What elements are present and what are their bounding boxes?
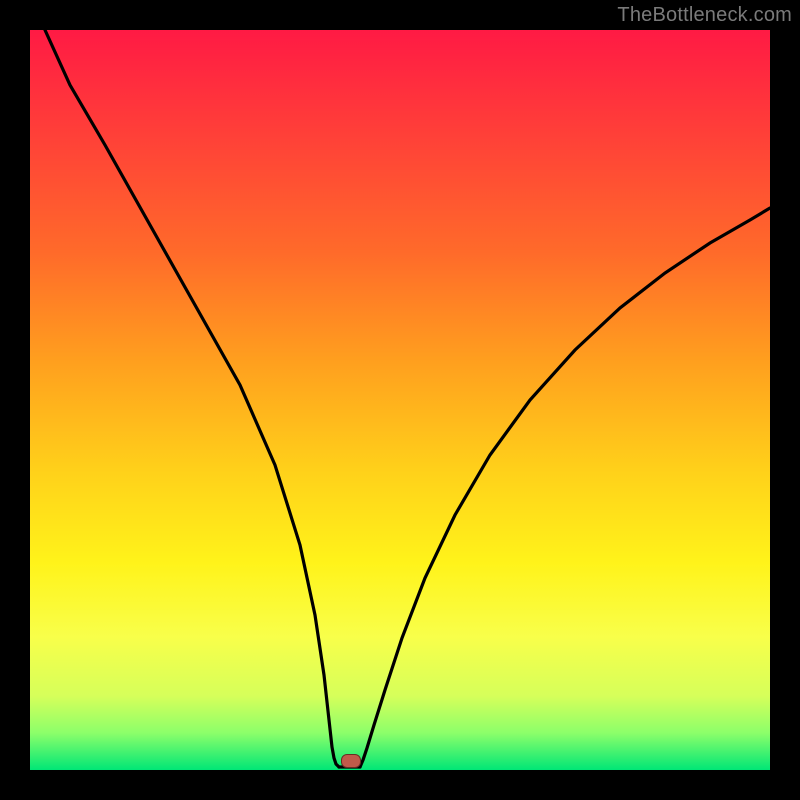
plot-area (30, 30, 770, 770)
watermark-text: TheBottleneck.com (617, 4, 792, 27)
curve-left-branch (45, 30, 339, 767)
curve-layer (30, 30, 770, 770)
vertex-marker (341, 754, 361, 768)
curve-right-branch (360, 208, 770, 767)
chart-frame: TheBottleneck.com (0, 0, 800, 800)
